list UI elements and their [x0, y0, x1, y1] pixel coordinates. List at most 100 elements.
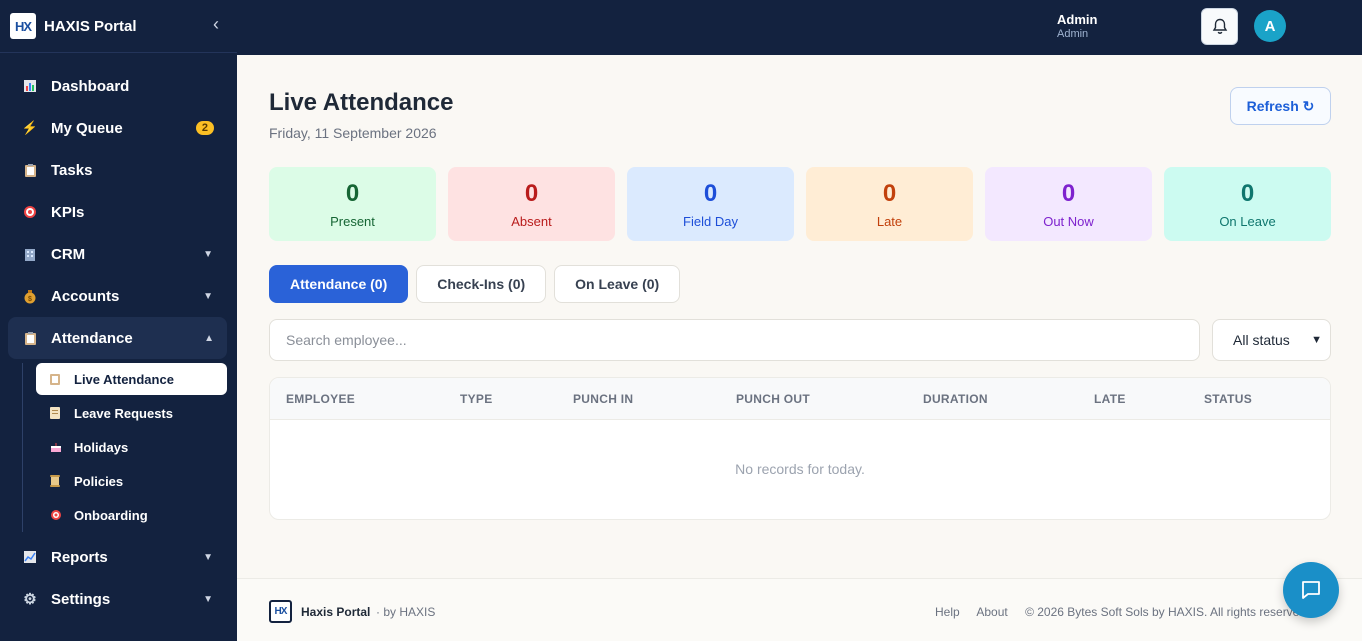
- page-date: Friday, 11 September 2026: [269, 125, 437, 141]
- money-bag-icon: $: [22, 288, 38, 304]
- sidebar-item-label: My Queue: [51, 119, 123, 137]
- submenu-item-label: Holidays: [74, 439, 129, 455]
- column-header-duration[interactable]: DURATION: [923, 392, 988, 406]
- tab-attendance[interactable]: Attendance (0): [269, 265, 409, 303]
- sidebar-item-attendance[interactable]: Attendance ▲: [8, 317, 227, 359]
- column-header-late[interactable]: LATE: [1094, 392, 1126, 406]
- status-filter-value: All status: [1233, 332, 1290, 348]
- status-filter-select[interactable]: All status ▼: [1212, 319, 1331, 361]
- clipboard-icon: [22, 162, 38, 178]
- svg-text:$: $: [28, 296, 32, 303]
- sidebar-item-dashboard[interactable]: Dashboard: [0, 65, 237, 107]
- sidebar-item-my-queue[interactable]: ⚡ My Queue 2: [0, 107, 237, 149]
- stat-card-out-now: 0 Out Now: [985, 167, 1152, 241]
- building-icon: [22, 246, 38, 262]
- stat-card-absent: 0 Absent: [448, 167, 615, 241]
- footer-logo: HX: [269, 600, 292, 623]
- app-logo: HX: [10, 13, 36, 39]
- main-content: Live Attendance Friday, 11 September 202…: [237, 55, 1362, 578]
- queue-count-badge: 2: [195, 121, 214, 135]
- stat-value: 0: [1240, 179, 1255, 207]
- submenu-item-label: Leave Requests: [74, 405, 173, 421]
- column-header-status[interactable]: STATUS: [1204, 392, 1252, 406]
- sidebar-item-settings[interactable]: ⚙ Settings ▼: [0, 578, 237, 620]
- document-icon: [50, 407, 62, 419]
- submenu-item-label: Live Attendance: [74, 371, 174, 387]
- avatar[interactable]: A: [1254, 10, 1286, 42]
- column-header-punch-out[interactable]: PUNCH OUT: [736, 392, 810, 406]
- chevron-down-icon: ▼: [203, 593, 213, 605]
- clipboard-icon: [50, 373, 62, 385]
- sidebar-item-label: Attendance: [51, 329, 133, 347]
- stat-label: Field Day: [683, 213, 738, 229]
- chevron-down-icon: ▼: [203, 551, 213, 563]
- cake-icon: [50, 441, 62, 453]
- column-header-employee[interactable]: EMPLOYEE: [286, 392, 355, 406]
- submenu-item-policies[interactable]: Policies: [36, 464, 237, 498]
- collapse-sidebar-icon[interactable]: ‹: [213, 14, 219, 35]
- stat-label: Out Now: [1043, 213, 1094, 229]
- sidebar-item-crm[interactable]: CRM ▼: [0, 233, 237, 275]
- sidebar-item-reports[interactable]: Reports ▼: [0, 536, 237, 578]
- search-input[interactable]: [269, 319, 1200, 361]
- footer: HX Haxis Portal · by HAXIS Help About © …: [237, 578, 1362, 641]
- chevron-down-icon: ▼: [203, 290, 213, 302]
- chevron-down-icon: ▼: [1311, 334, 1322, 346]
- column-header-type[interactable]: TYPE: [460, 392, 493, 406]
- attendance-submenu: Live Attendance Leave Requests Holidays …: [22, 363, 237, 532]
- chevron-down-icon: ▼: [203, 248, 213, 260]
- target-icon: [50, 509, 62, 521]
- bar-chart-icon: [22, 78, 38, 94]
- sidebar-item-label: KPIs: [51, 203, 85, 221]
- stat-value: 0: [1061, 179, 1076, 207]
- topbar: A: [237, 0, 1362, 55]
- gear-icon: ⚙: [23, 591, 37, 608]
- user-role: Admin: [1057, 28, 1089, 40]
- refresh-button[interactable]: Refresh ↻: [1230, 87, 1331, 125]
- footer-brand: Haxis Portal: [301, 605, 371, 619]
- chat-bubble-icon: [1302, 581, 1320, 599]
- stat-card-present: 0 Present: [269, 167, 436, 241]
- user-name[interactable]: Admin: [1057, 12, 1097, 27]
- trend-chart-icon: [22, 549, 38, 565]
- app-brand: HAXIS Portal: [44, 17, 137, 35]
- notifications-button[interactable]: [1201, 8, 1238, 45]
- column-header-punch-in[interactable]: PUNCH IN: [573, 392, 633, 406]
- tab-on-leave[interactable]: On Leave (0): [554, 265, 681, 303]
- sidebar-item-label: Tasks: [51, 161, 93, 179]
- submenu-item-live-attendance[interactable]: Live Attendance: [36, 363, 227, 395]
- sidebar-item-kpis[interactable]: KPIs: [0, 191, 237, 233]
- bell-icon: [1212, 18, 1227, 34]
- chevron-up-icon: ▲: [204, 332, 214, 344]
- sidebar-item-accounts[interactable]: $ Accounts ▼: [0, 275, 237, 317]
- target-icon: [22, 204, 38, 220]
- tabs: Attendance (0) Check-Ins (0) On Leave (0…: [269, 265, 681, 303]
- submenu-item-onboarding[interactable]: Onboarding: [36, 498, 237, 532]
- tab-check-ins[interactable]: Check-Ins (0): [416, 265, 547, 303]
- submenu-item-leave-requests[interactable]: Leave Requests: [36, 396, 237, 430]
- footer-links: Help About © 2026 Bytes Soft Sols by HAX…: [935, 605, 1309, 619]
- stat-value: 0: [345, 179, 360, 207]
- submenu-item-label: Onboarding: [74, 507, 148, 523]
- stat-label: Present: [330, 213, 375, 229]
- sidebar-item-label: Accounts: [51, 287, 120, 305]
- sidebar-header: HX HAXIS Portal ‹: [0, 0, 237, 53]
- scroll-icon: [50, 475, 62, 487]
- footer-by: · by HAXIS: [376, 605, 436, 619]
- empty-state-message: No records for today.: [735, 461, 865, 477]
- attendance-table: EMPLOYEE TYPE PUNCH IN PUNCH OUT DURATIO…: [269, 377, 1331, 520]
- stat-value: 0: [882, 179, 897, 207]
- stat-card-late: 0 Late: [806, 167, 973, 241]
- footer-link-about[interactable]: About: [976, 605, 1007, 619]
- stats-row: 0 Present 0 Absent 0 Field Day 0 Late 0 Out Now 0 O…: [269, 167, 1331, 241]
- sidebar-item-label: Settings: [51, 590, 111, 608]
- submenu-item-holidays[interactable]: Holidays: [36, 430, 237, 464]
- footer-copyright: © 2026 Bytes Soft Sols by HAXIS. All rig…: [1025, 605, 1310, 619]
- sidebar-item-tasks[interactable]: Tasks: [0, 149, 237, 191]
- stat-value: 0: [703, 179, 718, 207]
- sidebar-item-label: CRM: [51, 245, 86, 263]
- footer-link-help[interactable]: Help: [935, 605, 960, 619]
- page-title: Live Attendance: [269, 89, 454, 116]
- stat-label: Absent: [511, 213, 552, 229]
- chat-button[interactable]: [1283, 562, 1339, 618]
